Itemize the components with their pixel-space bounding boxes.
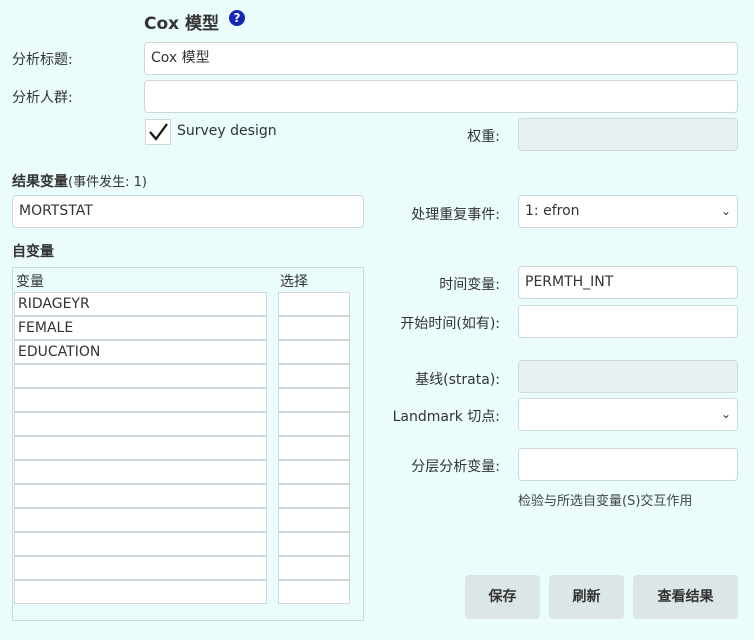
analysis-title-label: 分析标题: — [12, 52, 73, 68]
population-input[interactable] — [144, 80, 738, 113]
event-note: (事件发生: 1) — [68, 175, 147, 190]
predictor-select-cell[interactable] — [278, 556, 350, 580]
analysis-title-input[interactable]: Cox 模型 — [144, 42, 738, 75]
subgroup-label: 分层分析变量: — [411, 459, 500, 475]
predictor-select-cell[interactable] — [278, 316, 350, 340]
survey-design-checkbox[interactable] — [145, 119, 171, 145]
time-var-input[interactable]: PERMTH_INT — [518, 266, 738, 299]
outcome-label: 结果变量 — [12, 174, 68, 190]
predictor-select-cell[interactable] — [278, 436, 350, 460]
predictor-variable-cell[interactable] — [14, 388, 267, 412]
survey-design-label: Survey design — [177, 123, 277, 139]
predictor-select-cell[interactable] — [278, 580, 350, 604]
predictor-variable-cell[interactable] — [14, 484, 267, 508]
time-var-label: 时间变量: — [439, 277, 500, 293]
page-title: Cox 模型 — [144, 14, 220, 34]
subgroup-input[interactable] — [518, 448, 738, 481]
strata-input[interactable] — [518, 360, 738, 393]
predictor-select-cell[interactable] — [278, 532, 350, 556]
ties-select[interactable]: 1: efron ⌄ — [518, 195, 738, 228]
outcome-heading: 结果变量(事件发生: 1) — [12, 171, 147, 191]
predictor-select-cell[interactable] — [278, 484, 350, 508]
predictor-select-cell[interactable] — [278, 340, 350, 364]
predictor-variable-cell[interactable] — [14, 556, 267, 580]
weight-input[interactable] — [518, 118, 738, 151]
predictor-select-cell[interactable] — [278, 292, 350, 316]
predictor-variable-cell[interactable]: EDUCATION — [14, 340, 267, 364]
strata-label: 基线(strata): — [415, 372, 500, 388]
start-time-label: 开始时间(如有): — [400, 316, 500, 332]
checkmark-icon — [145, 119, 171, 145]
chevron-down-icon: ⌄ — [720, 407, 731, 421]
predictor-select-cell[interactable] — [278, 388, 350, 412]
predictor-variable-cell[interactable] — [14, 532, 267, 556]
help-icon[interactable]: ? — [229, 10, 245, 26]
predictor-variable-cell[interactable] — [14, 508, 267, 532]
predictor-select-cell[interactable] — [278, 460, 350, 484]
view-results-button[interactable]: 查看结果 — [633, 575, 738, 619]
predictor-variable-cell[interactable] — [14, 364, 267, 388]
predictor-variable-cell[interactable] — [14, 412, 267, 436]
weight-label: 权重: — [467, 129, 500, 145]
col-select-header: 选择 — [280, 274, 308, 290]
predictors-label: 自变量 — [12, 244, 54, 260]
ties-label: 处理重复事件: — [411, 207, 500, 223]
subgroup-note: 检验与所选自变量(S)交互作用 — [518, 494, 693, 509]
start-time-input[interactable] — [518, 305, 738, 338]
chevron-down-icon: ⌄ — [720, 204, 731, 218]
predictor-select-cell[interactable] — [278, 364, 350, 388]
predictor-variable-cell[interactable]: RIDAGEYR — [14, 292, 267, 316]
outcome-input[interactable]: MORTSTAT — [12, 195, 364, 228]
refresh-button[interactable]: 刷新 — [549, 575, 624, 619]
landmark-select[interactable]: ⌄ — [518, 398, 738, 431]
predictor-select-cell[interactable] — [278, 508, 350, 532]
landmark-label: Landmark 切点: — [392, 409, 500, 425]
predictor-select-cell[interactable] — [278, 412, 350, 436]
predictor-variable-cell[interactable] — [14, 580, 267, 604]
col-variable-header: 变量 — [16, 274, 44, 290]
population-label: 分析人群: — [12, 90, 73, 106]
predictor-variable-cell[interactable] — [14, 436, 267, 460]
ties-select-value: 1: efron — [525, 203, 580, 219]
predictor-variable-cell[interactable]: FEMALE — [14, 316, 267, 340]
save-button[interactable]: 保存 — [465, 575, 540, 619]
predictor-variable-cell[interactable] — [14, 460, 267, 484]
